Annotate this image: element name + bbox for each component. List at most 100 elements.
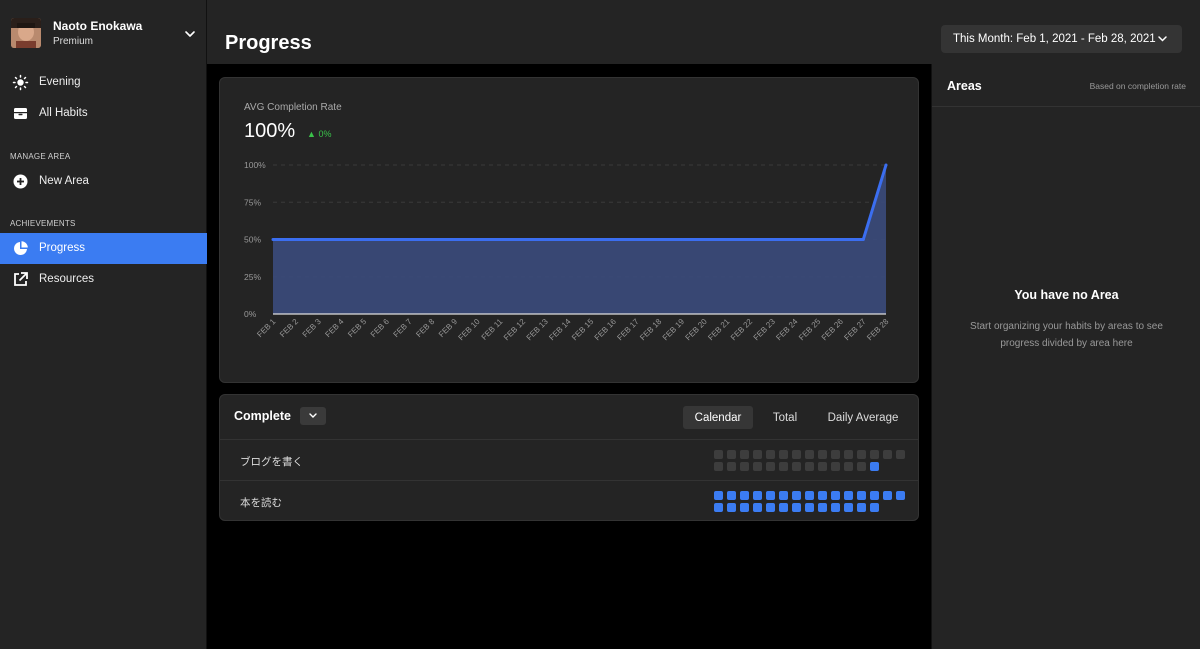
completion-rate-chart: 100% 75% 50% 25% 0%FEB 1 FEB 2 FEB 3 FEB 4 FEB 5… <box>244 160 891 343</box>
plus-circle-icon <box>13 174 28 189</box>
data-point <box>339 238 343 241</box>
calendar-day-cell[interactable] <box>766 503 775 512</box>
calendar-day-cell[interactable] <box>805 491 814 500</box>
calendar-day-cell[interactable] <box>753 491 762 500</box>
calendar-day-cell[interactable] <box>740 503 749 512</box>
calendar-day-cell[interactable] <box>818 503 827 512</box>
calendar-day-cell[interactable] <box>766 450 775 459</box>
calendar-day-cell[interactable] <box>753 450 762 459</box>
sidebar-item-progress[interactable]: Progress <box>0 233 207 264</box>
calendar-day-cell[interactable] <box>792 503 801 512</box>
calendar-day-cell[interactable] <box>805 450 814 459</box>
sidebar-item-all-habits[interactable]: All Habits <box>0 98 207 129</box>
calendar-day-cell[interactable] <box>727 450 736 459</box>
calendar-day-cell[interactable] <box>831 503 840 512</box>
main-content: AVG Completion Rate 100% ▲ 0% 100% 75% 50%… <box>207 64 931 649</box>
calendar-day-cell[interactable] <box>714 503 723 512</box>
chevron-down-icon[interactable] <box>183 27 197 41</box>
calendar-day-cell[interactable] <box>753 462 762 471</box>
calendar-day-cell[interactable] <box>831 491 840 500</box>
calendar-day-cell[interactable] <box>870 491 879 500</box>
areas-note: Based on completion rate <box>1089 81 1186 91</box>
calendar-day-cell[interactable] <box>818 462 827 471</box>
section-label-manage-area: MANAGE AREA <box>10 152 71 161</box>
calendar-day-cell[interactable] <box>753 503 762 512</box>
data-point <box>316 238 320 241</box>
calendar-day-cell[interactable] <box>870 450 879 459</box>
calendar-day-cell[interactable] <box>714 450 723 459</box>
calendar-day-cell[interactable] <box>805 503 814 512</box>
pie-chart-icon <box>14 241 28 255</box>
calendar-day-cell[interactable] <box>870 503 879 512</box>
x-tick-label: FEB 11 <box>480 317 505 342</box>
data-point <box>839 238 843 241</box>
calendar-day-cell[interactable] <box>896 491 905 500</box>
calendar-day-cell[interactable] <box>740 462 749 471</box>
calendar-day-cell[interactable] <box>727 503 736 512</box>
calendar-day-cell[interactable] <box>766 491 775 500</box>
calendar-day-cell[interactable] <box>870 462 879 471</box>
habit-row[interactable]: ブログを書く <box>220 440 918 480</box>
calendar-day-cell[interactable] <box>792 450 801 459</box>
tab-daily-average[interactable]: Daily Average <box>821 406 905 429</box>
tab-total[interactable]: Total <box>763 406 807 429</box>
calendar-day-cell[interactable] <box>818 491 827 500</box>
calendar-day-cell[interactable] <box>740 450 749 459</box>
calendar-day-cell[interactable] <box>792 491 801 500</box>
calendar-day-cell[interactable] <box>857 503 866 512</box>
calendar-day-cell[interactable] <box>779 503 788 512</box>
complete-dropdown[interactable] <box>300 407 326 425</box>
calendar-day-cell[interactable] <box>714 491 723 500</box>
calendar-day-cell[interactable] <box>792 462 801 471</box>
calendar-day-cell[interactable] <box>883 450 892 459</box>
complete-card: Complete Calendar Total Daily Average ブロ… <box>219 394 919 521</box>
sidebar-item-evening[interactable]: Evening <box>0 67 207 98</box>
calendar-day-cell[interactable] <box>831 450 840 459</box>
calendar-day-cell[interactable] <box>844 450 853 459</box>
calendar-day-cell[interactable] <box>779 462 788 471</box>
x-tick-label: FEB 23 <box>752 317 778 343</box>
calendar-day-cell[interactable] <box>857 491 866 500</box>
data-point <box>362 238 366 241</box>
calendar-day-cell[interactable] <box>779 450 788 459</box>
calendar-day-cell[interactable] <box>883 491 892 500</box>
sidebar-item-label: New Area <box>39 175 89 187</box>
x-tick-label: FEB 3 <box>301 317 323 339</box>
calendar-day-cell[interactable] <box>727 462 736 471</box>
calendar-day-cell[interactable] <box>844 503 853 512</box>
y-tick-label: 25% <box>244 272 261 282</box>
calendar-day-cell[interactable] <box>857 462 866 471</box>
habit-calendar <box>714 491 914 513</box>
calendar-day-cell[interactable] <box>844 491 853 500</box>
sidebar-item-resources[interactable]: Resources <box>0 264 207 295</box>
calendar-day-cell[interactable] <box>857 450 866 459</box>
sidebar-item-new-area[interactable]: New Area <box>0 166 207 197</box>
calendar-day-cell[interactable] <box>831 462 840 471</box>
calendar-day-cell[interactable] <box>714 462 723 471</box>
calendar-day-cell[interactable] <box>805 462 814 471</box>
completion-rate-card: AVG Completion Rate 100% ▲ 0% 100% 75% 50%… <box>219 77 919 383</box>
page-title: Progress <box>225 32 312 54</box>
calendar-day-cell[interactable] <box>818 450 827 459</box>
profile-name: Naoto Enokawa <box>53 19 143 33</box>
calendar-day-cell[interactable] <box>779 491 788 500</box>
x-tick-label: FEB 27 <box>842 317 868 343</box>
habit-row[interactable]: 本を読む <box>220 481 918 521</box>
x-tick-label: FEB 14 <box>547 317 573 343</box>
calendar-day-cell[interactable] <box>896 450 905 459</box>
calendar-day-cell[interactable] <box>727 491 736 500</box>
calendar-day-cell[interactable] <box>844 462 853 471</box>
x-tick-label: FEB 24 <box>774 317 800 343</box>
x-tick-label: FEB 20 <box>684 317 710 343</box>
tab-calendar[interactable]: Calendar <box>683 406 753 429</box>
calendar-day-cell[interactable] <box>766 462 775 471</box>
date-range-select[interactable]: This Month: Feb 1, 2021 - Feb 28, 2021 <box>941 25 1182 53</box>
habit-name: ブログを書く <box>240 456 303 468</box>
data-point <box>475 238 479 241</box>
data-point <box>770 238 774 241</box>
external-link-icon <box>14 272 28 286</box>
data-point <box>407 238 411 241</box>
calendar-day-cell[interactable] <box>740 491 749 500</box>
profile-switcher[interactable]: Naoto Enokawa Premium <box>0 0 207 66</box>
y-tick-label: 100% <box>244 160 266 170</box>
